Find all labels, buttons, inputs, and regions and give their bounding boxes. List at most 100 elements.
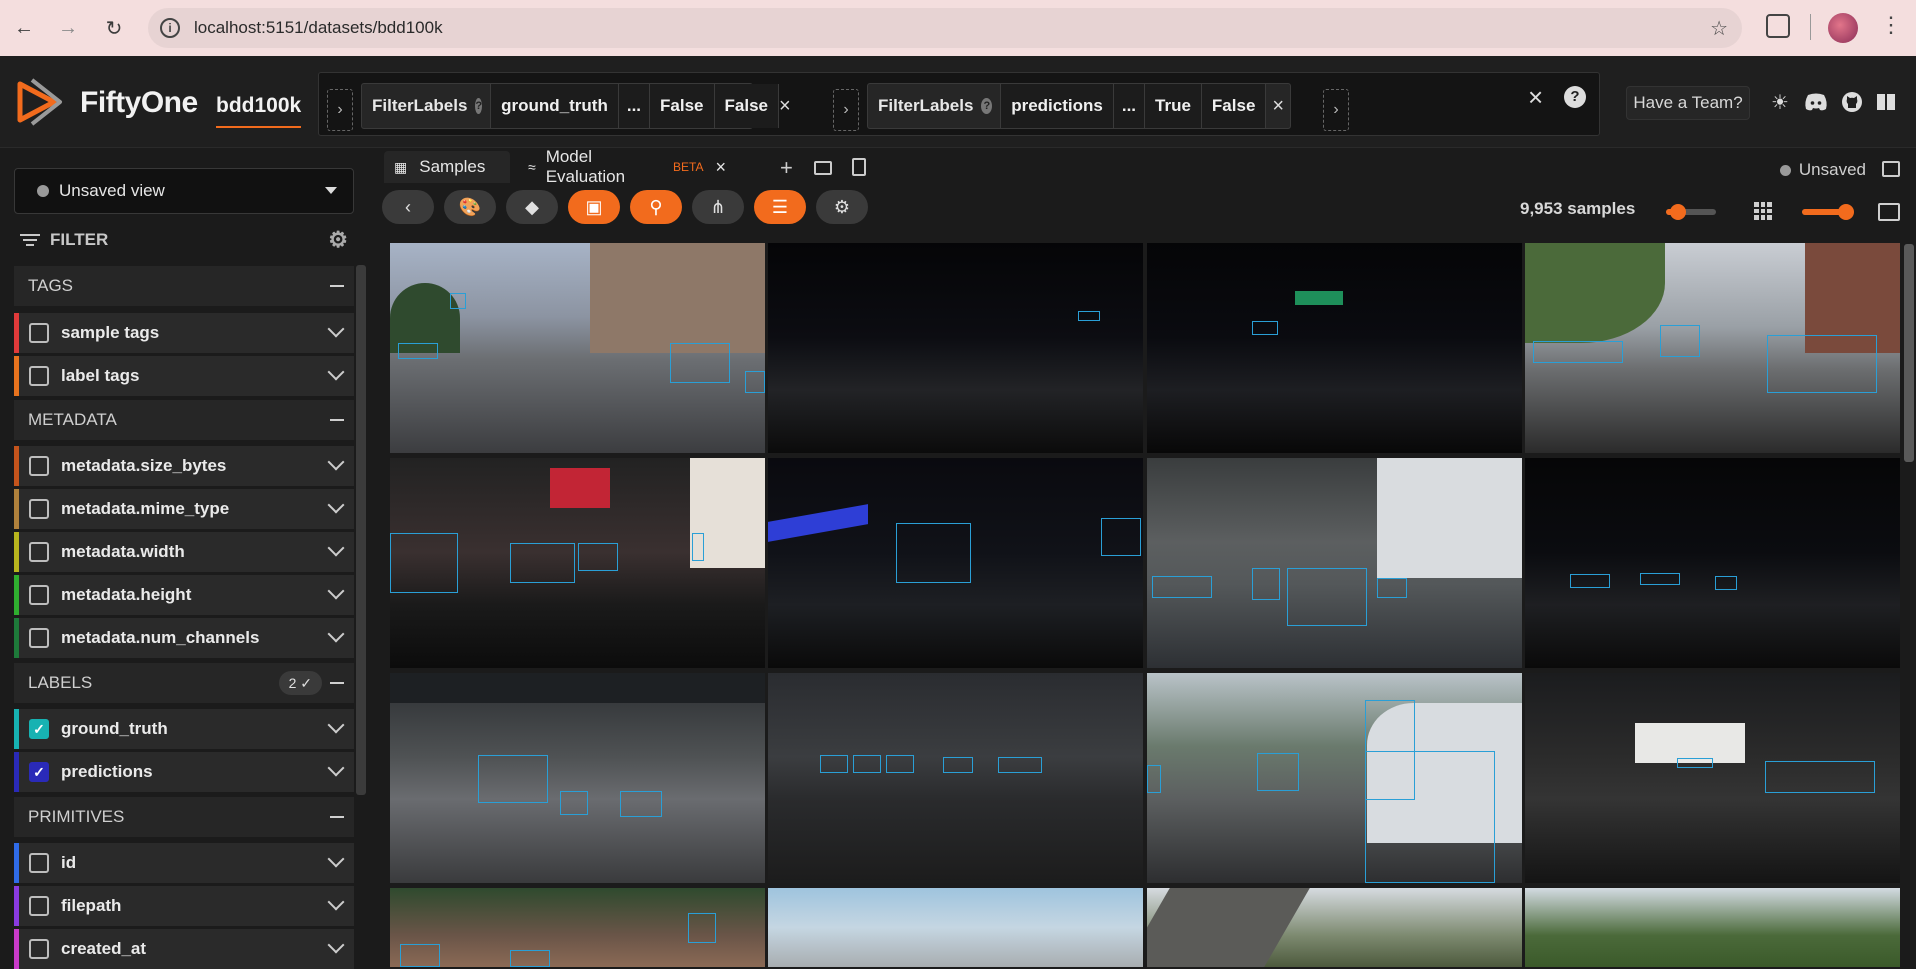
checkbox[interactable] [29,542,49,562]
field-ground-truth[interactable]: ✓ ground_truth [14,709,354,749]
sample-tile[interactable] [1525,458,1900,668]
selected-count-badge[interactable]: 2 ✓ [278,671,322,695]
add-panel-icon[interactable]: + [780,155,793,181]
palette-icon[interactable]: 🎨 [444,190,496,224]
chevron-down-icon[interactable] [327,320,345,338]
collapse-sidebar-button[interactable]: ‹ [382,190,434,224]
field-metadata-size-bytes[interactable]: metadata.size_bytes [14,446,354,486]
chevron-down-icon[interactable] [327,363,345,381]
more-icon[interactable]: ⋮ [1880,12,1902,38]
settings-icon[interactable]: ⚙ [816,190,868,224]
sample-tile[interactable] [1147,888,1522,967]
sidebar-scrollbar[interactable] [356,265,366,795]
split-horizontal-icon[interactable] [814,161,832,175]
sample-tile[interactable] [1525,243,1900,453]
collapse-icon[interactable] [330,419,344,421]
group-tags[interactable]: TAGS [14,266,354,306]
clear-view-icon[interactable]: × [1528,82,1543,113]
chevron-down-icon[interactable] [327,539,345,557]
chevron-down-icon[interactable] [327,893,345,911]
tag-icon[interactable]: ◆ [506,190,558,224]
sample-tile[interactable] [1147,243,1522,453]
checkbox[interactable] [29,585,49,605]
remove-stage-icon[interactable]: × [1265,84,1290,128]
chevron-down-icon[interactable] [327,625,345,643]
checkbox[interactable] [29,499,49,519]
collapse-icon[interactable] [330,285,344,287]
profile-avatar[interactable] [1828,13,1858,43]
stage-param[interactable]: ground_truth [490,84,618,128]
view-stage-filterlabels[interactable]: FilterLabels ? ground_truth ... False Fa… [361,83,791,129]
sample-tile[interactable] [768,673,1143,883]
field-metadata-num-channels[interactable]: metadata.num_channels [14,618,354,658]
star-icon[interactable]: ☆ [1710,16,1728,41]
discord-icon[interactable] [1804,90,1828,114]
sample-tile[interactable] [1147,458,1522,668]
checkbox[interactable] [29,628,49,648]
fiftyone-logo-icon[interactable] [14,76,66,128]
extensions-icon[interactable] [1766,14,1790,38]
stage-param[interactable]: predictions [1000,84,1113,128]
forward-icon[interactable]: → [46,6,90,50]
sample-tile[interactable] [390,458,765,668]
view-stage-filterlabels[interactable]: FilterLabels ? predictions ... True Fals… [867,83,1291,129]
stage-param[interactable]: ... [617,84,650,128]
chevron-down-icon[interactable] [327,582,345,600]
grid-scrollbar[interactable] [1904,244,1914,462]
grid-size-slider[interactable] [1802,204,1854,220]
field-predictions[interactable]: ✓ predictions [14,752,354,792]
sample-tile[interactable] [768,888,1143,967]
sample-tile[interactable] [1525,888,1900,967]
checkbox[interactable] [29,896,49,916]
checkbox-checked[interactable]: ✓ [29,719,49,739]
book-icon[interactable] [1874,90,1898,114]
sample-tile[interactable] [768,243,1143,453]
list-icon[interactable]: ☰ [754,190,806,224]
close-icon[interactable]: × [715,157,726,178]
zoom-slider[interactable] [1666,204,1716,220]
chevron-down-icon[interactable] [327,496,345,514]
dataset-selector[interactable]: bdd100k [216,94,302,128]
tab-samples[interactable]: ▦ Samples [384,151,510,183]
sun-icon[interactable]: ☀ [1768,90,1792,114]
checkbox[interactable] [29,939,49,959]
collapse-icon[interactable] [330,682,344,684]
sample-tile[interactable] [390,243,765,453]
checkbox[interactable] [29,853,49,873]
search-icon[interactable]: ⚲ [630,190,682,224]
reload-icon[interactable]: ↻ [92,6,136,50]
stage-param[interactable]: ... [1112,84,1145,128]
github-icon[interactable] [1840,90,1864,114]
checkbox[interactable] [29,323,49,343]
field-sample-tags[interactable]: sample tags [14,313,354,353]
back-icon[interactable]: ← [2,6,46,50]
group-primitives[interactable]: PRIMITIVES [14,797,354,837]
selection-icon[interactable]: ▣ [568,190,620,224]
brand-name[interactable]: FiftyOne [80,86,198,120]
field-id[interactable]: id [14,843,354,883]
info-icon[interactable]: i [160,18,180,38]
sample-tile[interactable] [768,458,1143,668]
field-metadata-mime-type[interactable]: metadata.mime_type [14,489,354,529]
group-metadata[interactable]: METADATA [14,400,354,440]
have-a-team-button[interactable]: Have a Team? [1626,86,1750,120]
add-stage-button[interactable]: › [833,89,859,131]
collapse-icon[interactable] [330,816,344,818]
add-stage-button[interactable]: › [327,89,353,131]
help-icon[interactable]: ? [475,98,483,114]
field-metadata-width[interactable]: metadata.width [14,532,354,572]
expand-panel-icon[interactable] [1878,203,1900,221]
merge-icon[interactable]: ⋔ [692,190,744,224]
group-labels[interactable]: LABELS 2 ✓ [14,663,354,703]
help-icon[interactable]: ? [981,98,993,114]
split-vertical-icon[interactable] [852,158,866,176]
stage-param[interactable]: True [1144,84,1201,128]
filter-header[interactable]: FILTER ⚙ [20,225,356,255]
sample-tile[interactable] [390,888,765,967]
chevron-down-icon[interactable] [327,850,345,868]
checkbox-checked[interactable]: ✓ [29,762,49,782]
chevron-down-icon[interactable] [327,453,345,471]
help-icon[interactable]: ? [1564,86,1586,108]
checkbox[interactable] [29,456,49,476]
panel-layout-icon[interactable] [1882,161,1900,177]
